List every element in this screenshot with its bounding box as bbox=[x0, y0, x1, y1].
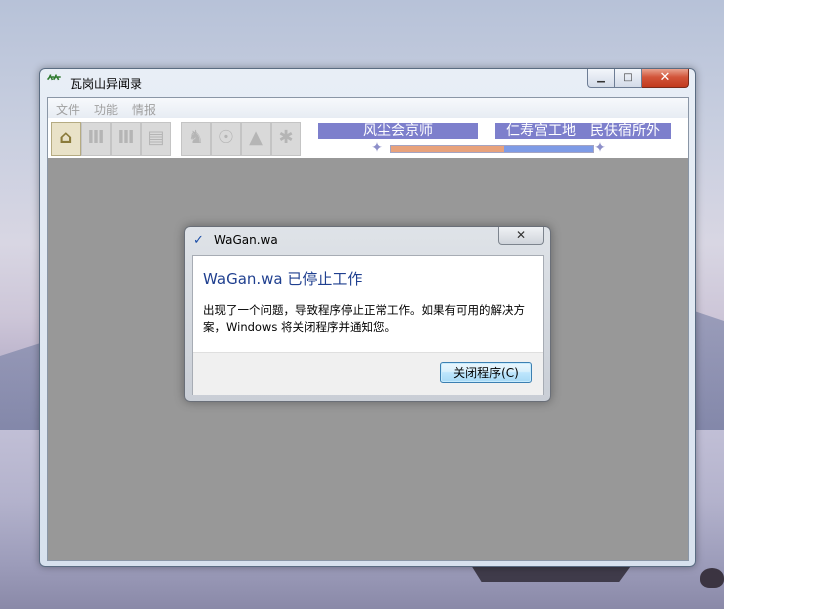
dialog-heading: WaGan.wa 已停止工作 bbox=[203, 270, 363, 288]
menu-function[interactable]: 功能 bbox=[94, 101, 118, 118]
minimize-button[interactable]: ▁ bbox=[587, 69, 615, 88]
dialog-close-button[interactable]: ✕ bbox=[498, 227, 544, 245]
city-gate-icon[interactable]: Ⅲ bbox=[81, 122, 111, 156]
scroll-icon[interactable]: ▤ bbox=[141, 122, 171, 156]
menu-intel[interactable]: 情报 bbox=[132, 101, 156, 118]
toolbar: ⌂ Ⅲ Ⅲ ▤ ♞ ☉ ▲ ✱ 风尘会京师 仁寿宫工地 民伕宿所外 ✦ ✦ bbox=[48, 118, 688, 158]
app-title: 瓦岗山异闻录 bbox=[70, 77, 143, 91]
close-program-button[interactable]: 关闭程序(C) bbox=[440, 362, 532, 383]
status-left-label: 风尘会京师 bbox=[318, 123, 478, 139]
dialog-message: 出现了一个问题，导致程序停止正常工作。如果有可用的解决方案，Windows 将关… bbox=[203, 303, 525, 334]
wallpaper-rock bbox=[700, 568, 724, 588]
close-window-button[interactable]: ✕ bbox=[642, 69, 689, 88]
wing-right-icon: ✦ bbox=[594, 140, 606, 156]
cavalry-icon[interactable]: ♞ bbox=[181, 122, 211, 156]
status-right-label: 仁寿宫工地 民伕宿所外 bbox=[495, 123, 671, 139]
caption-buttons: ▁ □ ✕ bbox=[587, 69, 689, 89]
palace-icon[interactable]: ⌂ bbox=[51, 122, 81, 156]
dialog-title: WaGan.wa bbox=[214, 233, 278, 247]
army-icon[interactable]: ✱ bbox=[271, 122, 301, 156]
dialog-body: WaGan.wa 已停止工作 出现了一个问题，导致程序停止正常工作。如果有可用的… bbox=[192, 255, 544, 395]
mountain-icon[interactable]: ▲ bbox=[241, 122, 271, 156]
dialog-footer: 关闭程序(C) bbox=[193, 352, 543, 395]
maximize-button[interactable]: □ bbox=[615, 69, 642, 88]
bag-icon[interactable]: ☉ bbox=[211, 122, 241, 156]
status-panel: 风尘会京师 仁寿宫工地 民伕宿所外 ✦ ✦ bbox=[318, 122, 678, 156]
menu-file[interactable]: 文件 bbox=[56, 101, 80, 118]
error-dialog: ✓ WaGan.wa ✕ WaGan.wa 已停止工作 出现了一个问题，导致程序… bbox=[184, 226, 551, 402]
city-gate-icon[interactable]: Ⅲ bbox=[111, 122, 141, 156]
progress-fill-left bbox=[391, 146, 504, 152]
wing-left-icon: ✦ bbox=[371, 140, 383, 156]
app-titlebar[interactable]: ⺮ 瓦岗山异闻录 ▁ □ ✕ bbox=[40, 69, 695, 97]
app-error-icon: ✓ bbox=[193, 233, 204, 248]
menubar: 文件 功能 情报 bbox=[48, 98, 688, 118]
travel-progress-bar bbox=[390, 145, 594, 153]
bamboo-app-icon: ⺮ bbox=[47, 75, 61, 91]
progress-fill-right bbox=[504, 146, 593, 152]
